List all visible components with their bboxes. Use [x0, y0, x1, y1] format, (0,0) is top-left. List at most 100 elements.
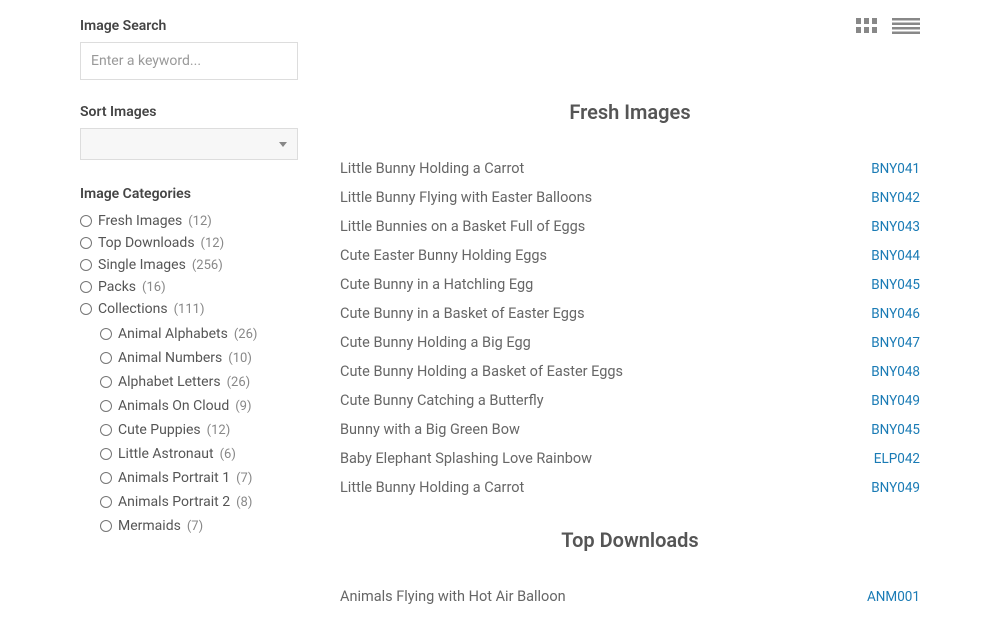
subcategory-name: Animal Alphabets	[118, 326, 228, 342]
image-title: Bunny with a Big Green Bow	[340, 421, 520, 438]
subcategory-count: (26)	[234, 327, 258, 342]
image-code-link[interactable]: BNY048	[871, 364, 920, 380]
fresh-images-list: Little Bunny Holding a Carrot BNY041 Littl…	[340, 154, 920, 502]
category-single-images[interactable]: Single Images (256)	[80, 254, 290, 276]
search-block: Image Search	[80, 18, 290, 80]
category-radio[interactable]	[80, 303, 92, 315]
image-title: Baby Elephant Splashing Love Rainbow	[340, 450, 592, 467]
image-code-link[interactable]: BNY045	[871, 277, 920, 293]
search-input[interactable]	[80, 42, 298, 80]
image-code-link[interactable]: BNY049	[871, 393, 920, 409]
image-code-link[interactable]: BNY042	[871, 190, 920, 206]
categories-list: Fresh Images (12) Top Downloads (12) Sin…	[80, 210, 290, 320]
image-code-link[interactable]: BNY049	[871, 480, 920, 496]
category-name: Collections	[98, 301, 168, 317]
subcategory-name: Alphabet Letters	[118, 374, 221, 390]
subcategory-count: (6)	[220, 447, 236, 462]
image-row: Cute Bunny in a Basket of Easter Eggs BNY…	[340, 299, 920, 328]
category-count: (256)	[192, 258, 223, 273]
sort-select[interactable]	[80, 128, 298, 160]
category-name: Fresh Images	[98, 213, 182, 229]
subcategory-animals-on-cloud[interactable]: Animals On Cloud (9)	[100, 394, 290, 418]
list-view-icon[interactable]	[892, 18, 920, 34]
image-code-link[interactable]: BNY041	[871, 161, 920, 177]
image-row: Cute Bunny Holding a Big Egg BNY047	[340, 328, 920, 357]
subcategory-name: Animals Portrait 1	[118, 470, 230, 486]
image-row: Little Bunnies on a Basket Full of EggsB…	[340, 212, 920, 241]
image-code-link[interactable]: BNY043	[871, 219, 920, 235]
image-title: Little Bunny Holding a Carrot	[340, 479, 524, 496]
subcategory-name: Cute Puppies	[118, 422, 201, 438]
image-row: Cute Bunny Holding a Basket of Easter Eg…	[340, 357, 920, 386]
image-code-link[interactable]: BNY047	[871, 335, 920, 351]
image-code-link[interactable]: BNY046	[871, 306, 920, 322]
subcategory-animal-alphabets[interactable]: Animal Alphabets (26)	[100, 322, 290, 346]
image-row: Baby Elephant Splashing Love Rainbow ELP0…	[340, 444, 920, 473]
grid-view-icon[interactable]	[856, 18, 878, 34]
subcategory-animals-portrait-2[interactable]: Animals Portrait 2 (8)	[100, 490, 290, 514]
subcategory-count: (10)	[228, 351, 252, 366]
category-name: Single Images	[98, 257, 186, 273]
category-radio[interactable]	[80, 259, 92, 271]
category-radio[interactable]	[80, 281, 92, 293]
image-title: Cute Bunny in a Basket of Easter Eggs	[340, 305, 585, 322]
sort-label: Sort Images	[80, 104, 290, 120]
category-radio[interactable]	[80, 237, 92, 249]
image-row: Cute Bunny in a Hatchling EggBNY045	[340, 270, 920, 299]
subcategory-radio[interactable]	[100, 424, 112, 436]
subcategory-radio[interactable]	[100, 376, 112, 388]
subcategory-radio[interactable]	[100, 472, 112, 484]
subcategory-radio[interactable]	[100, 400, 112, 412]
subcategory-name: Mermaids	[118, 518, 181, 534]
category-count: (16)	[142, 280, 166, 295]
image-row: Bunny with a Big Green Bow BNY045	[340, 415, 920, 444]
category-collections[interactable]: Collections (111)	[80, 298, 290, 320]
subcategory-name: Animals Portrait 2	[118, 494, 230, 510]
subcategory-alphabet-letters[interactable]: Alphabet Letters (26)	[100, 370, 290, 394]
category-count: (111)	[174, 302, 205, 317]
category-packs[interactable]: Packs (16)	[80, 276, 290, 298]
subcategory-count: (26)	[227, 375, 251, 390]
subcategory-radio[interactable]	[100, 448, 112, 460]
subcategory-animals-portrait-1[interactable]: Animals Portrait 1 (7)	[100, 466, 290, 490]
fresh-images-section: Fresh Images Little Bunny Holding a Carr…	[340, 100, 920, 502]
subcategory-radio[interactable]	[100, 352, 112, 364]
image-title: Cute Easter Bunny Holding Eggs	[340, 247, 547, 264]
image-title: Cute Bunny Holding a Big Egg	[340, 334, 531, 351]
subcategories-list: Animal Alphabets (26) Animal Numbers (10…	[100, 322, 290, 538]
top-downloads-section: Top Downloads Animals Flying with Hot Ai…	[340, 528, 920, 611]
category-top-downloads[interactable]: Top Downloads (12)	[80, 232, 290, 254]
subcategory-radio[interactable]	[100, 328, 112, 340]
sidebar: Image Search Sort Images Image Categorie…	[0, 0, 300, 621]
section-title-fresh: Fresh Images	[340, 100, 920, 124]
section-title-top: Top Downloads	[340, 528, 920, 552]
category-fresh-images[interactable]: Fresh Images (12)	[80, 210, 290, 232]
categories-block: Image Categories Fresh Images (12) Top D…	[80, 186, 290, 538]
subcategory-count: (12)	[207, 423, 231, 438]
subcategory-animal-numbers[interactable]: Animal Numbers (10)	[100, 346, 290, 370]
subcategory-mermaids[interactable]: Mermaids (7)	[100, 514, 290, 538]
image-title: Animals Flying with Hot Air Balloon	[340, 588, 566, 605]
subcategory-name: Animals On Cloud	[118, 398, 229, 414]
image-code-link[interactable]: ANM001	[867, 589, 920, 605]
image-code-link[interactable]: BNY044	[871, 248, 920, 264]
image-title: Cute Bunny Holding a Basket of Easter Eg…	[340, 363, 623, 380]
subcategory-little-astronaut[interactable]: Little Astronaut (6)	[100, 442, 290, 466]
subcategory-radio[interactable]	[100, 520, 112, 532]
image-row: Little Bunny Holding a Carrot BNY049	[340, 473, 920, 502]
category-count: (12)	[188, 214, 212, 229]
sort-block: Sort Images	[80, 104, 290, 160]
image-code-link[interactable]: ELP042	[874, 451, 920, 467]
subcategory-count: (7)	[236, 471, 252, 486]
subcategory-radio[interactable]	[100, 496, 112, 508]
subcategory-cute-puppies[interactable]: Cute Puppies (12)	[100, 418, 290, 442]
category-name: Packs	[98, 279, 136, 295]
image-row: Little Bunny Flying with Easter Balloons…	[340, 183, 920, 212]
category-radio[interactable]	[80, 215, 92, 227]
image-code-link[interactable]: BNY045	[871, 422, 920, 438]
image-title: Little Bunny Holding a Carrot	[340, 160, 524, 177]
category-count: (12)	[201, 236, 225, 251]
image-row: Cute Easter Bunny Holding Eggs BNY044	[340, 241, 920, 270]
image-row: Animals Flying with Hot Air Balloon ANM00…	[340, 582, 920, 611]
image-title: Cute Bunny Catching a Butterfly	[340, 392, 544, 409]
